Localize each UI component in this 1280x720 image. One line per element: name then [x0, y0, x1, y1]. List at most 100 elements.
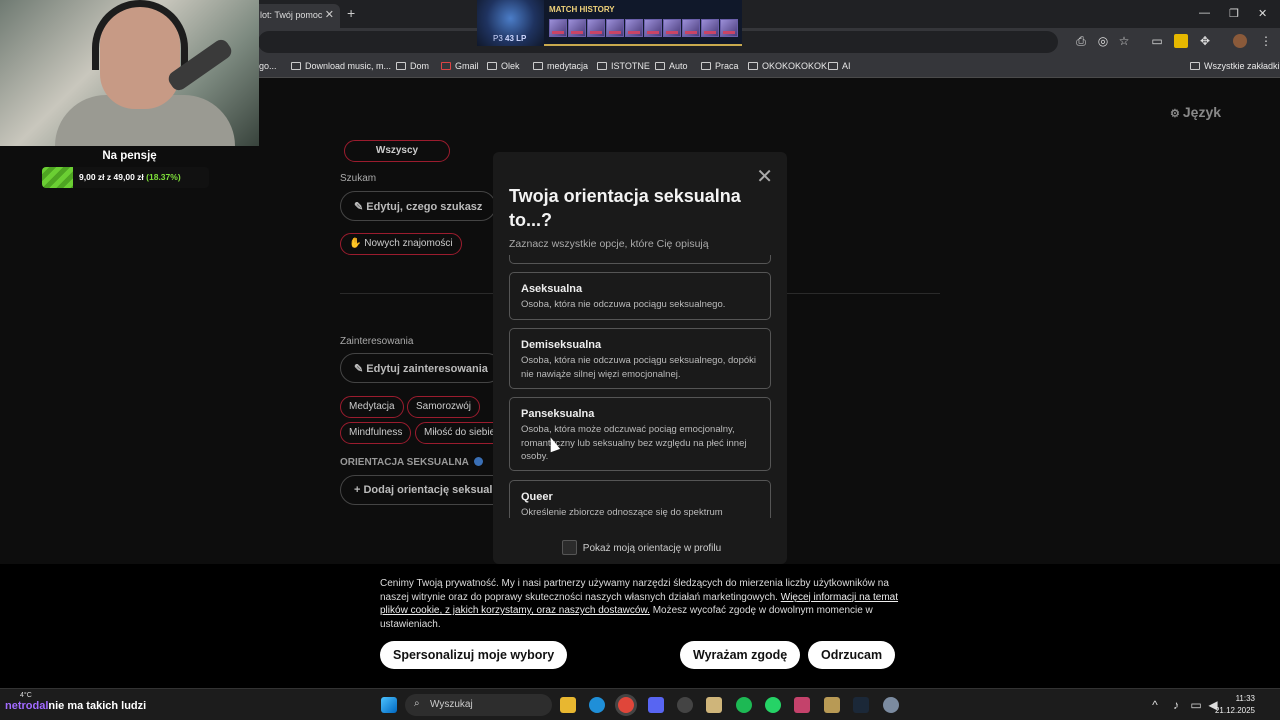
- app-icon[interactable]: [677, 697, 693, 713]
- chat-message: netrodalnie ma takich ludzi: [5, 700, 146, 712]
- option-card[interactable]: Queer Określenie zbiorcze odnoszące się …: [509, 480, 771, 518]
- eye-off-icon[interactable]: ◎: [1096, 34, 1110, 48]
- bookmark-item[interactable]: OKOKOKOKOK: [748, 61, 827, 71]
- cookie-banner: Cenimy Twoją prywatność. My i nasi partn…: [0, 564, 1280, 688]
- match-champion-icon: [587, 19, 605, 37]
- new-tab-icon[interactable]: +: [347, 5, 355, 21]
- match-champion-icon: [644, 19, 662, 37]
- edit-seeking-button[interactable]: ✎ Edytuj, czego szukasz: [340, 191, 497, 221]
- everyone-pill[interactable]: Wszyscy: [344, 140, 450, 162]
- tab-close-icon[interactable]: ✕: [325, 8, 334, 21]
- option-card[interactable]: Aseksualna Osoba, która nie odczuwa poci…: [509, 272, 771, 320]
- gmail-icon: [441, 62, 451, 70]
- goal-title: Na pensję: [102, 150, 157, 162]
- app-icon[interactable]: [794, 697, 810, 713]
- pencil-icon: ✎: [354, 363, 367, 375]
- bookmark-item[interactable]: medytacja: [533, 61, 588, 71]
- file-explorer-icon[interactable]: [560, 697, 576, 713]
- info-icon[interactable]: [473, 457, 483, 466]
- clock[interactable]: 11:33 21.12.2025: [1215, 693, 1255, 717]
- all-bookmarks[interactable]: Wszystkie zakładki: [1190, 61, 1280, 71]
- modal-subtitle: Zaznacz wszystkie opcje, które Cię opisu…: [509, 238, 709, 250]
- close-window-icon[interactable]: ✕: [1258, 7, 1267, 20]
- windows-start-icon[interactable]: [381, 697, 397, 713]
- star-icon[interactable]: ☆: [1117, 34, 1131, 48]
- whatsapp-icon[interactable]: [765, 697, 781, 713]
- edit-interests-button[interactable]: ✎ Edytuj zainteresowania: [340, 353, 502, 383]
- extension-icon[interactable]: [1174, 34, 1188, 48]
- interest-pill: Samorozwój: [407, 396, 481, 418]
- weather-widget[interactable]: 4°C: [20, 692, 32, 699]
- show-in-profile-row[interactable]: Pokaż moją orientację w profilu: [562, 540, 721, 555]
- tab-title: lot: Twój pomoc: [260, 10, 323, 20]
- bookmark-item[interactable]: Praca: [701, 61, 739, 71]
- chat-text: nie ma takich ludzi: [48, 700, 147, 712]
- interests-label: Zainteresowania: [340, 336, 414, 347]
- modal-title: Twoja orientacja seksualna to...?: [509, 186, 741, 230]
- screen: lot: Twój pomoc ✕ + — ❐ ✕ ⎙ ◎ ☆ ▭ ✥ ⋮ go…: [0, 0, 1280, 720]
- reject-button[interactable]: Odrzucam: [808, 641, 896, 669]
- discord-icon[interactable]: [648, 697, 664, 713]
- rank-text: P3 43 LP: [493, 34, 527, 43]
- match-list: [549, 19, 738, 37]
- new-friends-pill: ✋ Nowych znajomości: [340, 233, 462, 255]
- chat-nick: netrodal: [5, 700, 49, 712]
- goal-progress-bar: 9,00 zł z 49,00 zł (18.37%): [42, 167, 209, 188]
- bookmark-partial[interactable]: go...: [259, 61, 277, 71]
- match-champion-icon: [549, 19, 567, 37]
- folder-icon: [396, 62, 406, 70]
- option-description: Osoba, która nie odczuwa pociągu seksual…: [521, 299, 726, 310]
- match-champion-icon: [663, 19, 681, 37]
- option-title: Panseksualna: [521, 408, 595, 420]
- chevron-up-icon[interactable]: ^: [1148, 698, 1162, 712]
- extensions-puzzle-icon[interactable]: ✥: [1198, 34, 1212, 48]
- folder-icon: [487, 62, 497, 70]
- network-icon[interactable]: ▭: [1189, 698, 1203, 712]
- personalize-button[interactable]: Spersonalizuj moje wybory: [380, 641, 568, 669]
- page-icon: [291, 62, 301, 70]
- webcam-overlay: [0, 0, 259, 146]
- pencil-icon: ✎: [354, 201, 367, 213]
- interest-pill: Medytacja: [340, 396, 404, 418]
- show-in-profile-checkbox[interactable]: [562, 540, 577, 555]
- league-icon[interactable]: [824, 697, 840, 713]
- chrome-icon[interactable]: [618, 697, 634, 713]
- steam-icon[interactable]: [853, 697, 869, 713]
- restore-icon[interactable]: ❐: [1229, 7, 1239, 20]
- install-app-icon[interactable]: ⎙: [1074, 34, 1088, 48]
- option-title: Queer: [521, 491, 553, 503]
- seeking-label: Szukam: [340, 173, 377, 184]
- folder-icon: [533, 62, 543, 70]
- edge-icon[interactable]: [589, 697, 605, 713]
- bookmark-item[interactable]: Olek: [487, 61, 520, 71]
- app-icon[interactable]: [706, 697, 722, 713]
- spotify-icon[interactable]: [736, 697, 752, 713]
- bookmark-item[interactable]: Gmail: [441, 61, 479, 71]
- microphone-icon[interactable]: ♪: [1169, 698, 1183, 712]
- options-list[interactable]: Aseksualna Osoba, która nie odczuwa poci…: [493, 256, 787, 518]
- option-card[interactable]: Demiseksualna Osoba, która nie odczuwa p…: [509, 328, 771, 389]
- match-champion-icon: [720, 19, 738, 37]
- taskbar-search[interactable]: ⌕ Wyszukaj: [405, 694, 552, 716]
- match-champion-icon: [568, 19, 586, 37]
- minimize-icon[interactable]: —: [1199, 7, 1210, 19]
- profile-avatar[interactable]: [1233, 34, 1247, 48]
- language-button[interactable]: ⚙ Język: [1170, 104, 1221, 120]
- menu-dots-icon[interactable]: ⋮: [1259, 34, 1273, 48]
- tab-search-icon[interactable]: ▭: [1150, 34, 1164, 48]
- settings-icon[interactable]: [883, 697, 899, 713]
- orientation-label: ORIENTACJA SEKSUALNA: [340, 457, 483, 468]
- browser-tab[interactable]: lot: Twój pomoc ✕: [252, 4, 340, 28]
- bookmark-item[interactable]: Auto: [655, 61, 688, 71]
- option-description: Określenie zbiorcze odnoszące się do spe…: [521, 507, 723, 518]
- option-card[interactable]: Panseksualna Osoba, która może odczuwać …: [509, 397, 771, 471]
- accept-button[interactable]: Wyrażam zgodę: [680, 641, 801, 669]
- match-champion-icon: [682, 19, 700, 37]
- goal-text: 9,00 zł z 49,00 zł (18.37%): [79, 172, 181, 182]
- bookmark-item[interactable]: Download music, m...: [291, 61, 391, 71]
- folder-icon: [1190, 62, 1200, 70]
- bookmark-item[interactable]: ISTOTNE: [597, 61, 650, 71]
- bookmark-item[interactable]: AI: [828, 61, 851, 71]
- search-icon: ⌕: [414, 698, 420, 709]
- bookmark-item[interactable]: Dom: [396, 61, 429, 71]
